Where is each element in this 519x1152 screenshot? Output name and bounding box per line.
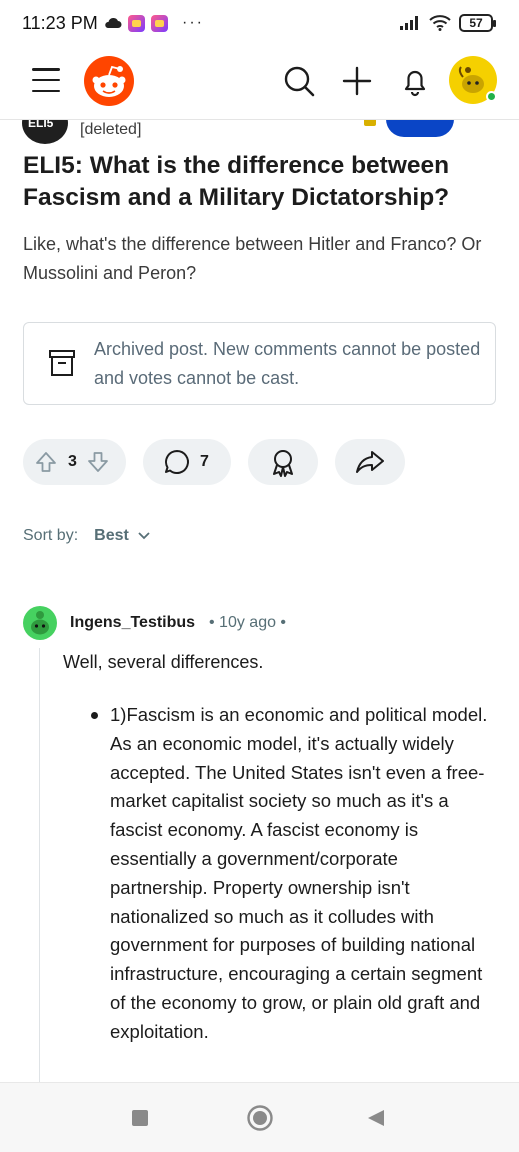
comment-author[interactable]: Ingens_Testibus <box>70 614 195 632</box>
status-right-icons: 57 <box>399 14 496 32</box>
vote-score: 3 <box>68 453 77 470</box>
archive-box-icon <box>49 350 75 376</box>
share-button[interactable] <box>335 439 405 485</box>
archived-notice-text: Archived post. New comments cannot be po… <box>94 339 481 388</box>
post-body: Like, what's the difference between Hitl… <box>23 234 482 283</box>
comment-sort: Sort by: Best <box>23 527 151 545</box>
chevron-down-icon <box>138 532 150 540</box>
comment-thread-line[interactable] <box>39 648 40 1088</box>
battery-indicator: 57 <box>459 14 496 32</box>
app-header <box>0 48 519 120</box>
sort-dropdown[interactable]: Best <box>94 527 151 545</box>
notification-bell-icon[interactable] <box>398 64 432 98</box>
online-status-dot <box>486 91 497 102</box>
comment-header: Ingens_Testibus • 10y ago • <box>23 606 503 642</box>
status-time: 11:23 PM <box>22 13 98 33</box>
comment-author-avatar[interactable] <box>23 606 57 640</box>
list-bullet <box>91 712 98 719</box>
wifi-icon <box>429 15 451 31</box>
back-icon[interactable] <box>366 1108 386 1128</box>
sort-label: Sort by: <box>23 527 79 544</box>
user-avatar[interactable] <box>449 56 497 104</box>
reddit-logo[interactable] <box>84 56 134 106</box>
app-notification-icon <box>151 14 168 32</box>
comments-button[interactable]: 7 <box>143 439 231 485</box>
comment-count: 7 <box>200 453 209 470</box>
recent-apps-icon[interactable] <box>131 1109 149 1127</box>
home-icon[interactable] <box>246 1104 274 1132</box>
comment-bubble-icon <box>165 450 189 474</box>
share-arrow-icon <box>356 451 384 473</box>
comment-timestamp: • 10y ago • <box>209 614 287 631</box>
award-icon <box>273 450 293 477</box>
award-button[interactable] <box>248 439 318 485</box>
system-nav-bar <box>0 1082 519 1152</box>
sort-value: Best <box>94 527 129 544</box>
post-author: [deleted] <box>80 121 142 138</box>
status-notification-icons: ··· <box>104 14 204 32</box>
app-notification-icon <box>128 14 145 32</box>
vote-control: 3 <box>23 439 126 485</box>
create-plus-icon[interactable] <box>340 64 374 98</box>
menu-icon[interactable] <box>32 68 60 92</box>
comment-intro: Well, several differences. <box>63 652 264 672</box>
upvote-arrow-icon[interactable] <box>34 450 58 474</box>
comment-list-item: 1)Fascism is an economic and political m… <box>110 704 488 1042</box>
archived-notice: Archived post. New comments cannot be po… <box>23 322 496 405</box>
search-icon[interactable] <box>282 64 316 98</box>
status-bar: 11:23 PM ··· 57 <box>0 0 519 48</box>
post-title: ELI5: What is the difference between Fas… <box>23 152 450 211</box>
more-notifications-icon: ··· <box>182 14 204 31</box>
downvote-arrow-icon[interactable] <box>86 450 110 474</box>
cloud-icon <box>105 17 122 28</box>
signal-icon <box>400 16 418 30</box>
